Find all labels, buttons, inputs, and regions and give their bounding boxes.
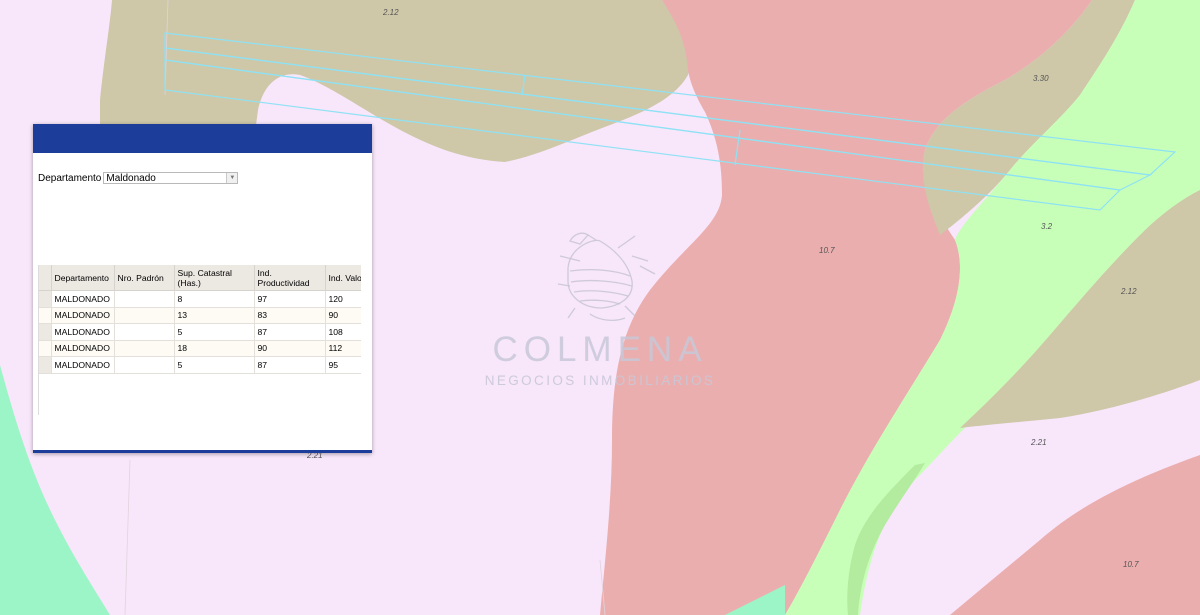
cell-sup-catastral: 5 — [174, 323, 255, 341]
column-header-ind-valor[interactable]: Ind. Valor — [325, 265, 361, 291]
results-grid: Departamento Nro. Padrón Sup. Catastral … — [39, 265, 361, 374]
soil-label: 2.21 — [1030, 438, 1047, 447]
column-header-departamento[interactable]: Departamento — [51, 265, 115, 291]
cell-ind-productividad: 87 — [254, 356, 326, 374]
cell-sup-catastral: 8 — [174, 290, 255, 308]
cell-ind-productividad: 83 — [254, 307, 326, 324]
table-row[interactable]: MALDONADO 13 83 90 — [39, 307, 361, 324]
row-selector[interactable] — [39, 340, 52, 357]
results-table: Departamento Nro. Padrón Sup. Catastral … — [38, 265, 361, 415]
cell-departamento: MALDONADO — [51, 340, 115, 357]
cell-nro-padron — [114, 356, 175, 374]
department-filter: Departamento Maldonado ▼ — [38, 171, 239, 185]
column-header-nro-padron[interactable]: Nro. Padrón — [114, 265, 175, 291]
soil-label: 3.30 — [1033, 74, 1049, 83]
row-selector[interactable] — [39, 290, 52, 308]
table-row[interactable]: MALDONADO 5 87 95 — [39, 356, 361, 374]
soil-label: 10.7 — [1123, 560, 1139, 569]
row-selector[interactable] — [39, 307, 52, 324]
cell-nro-padron — [114, 290, 175, 308]
soil-label: 2.12 — [1120, 287, 1137, 296]
panel-header — [33, 124, 372, 153]
table-row[interactable]: MALDONADO 8 97 120 — [39, 290, 361, 308]
department-select[interactable]: Maldonado ▼ — [103, 172, 239, 184]
soil-label: 3.2 — [1041, 222, 1053, 231]
soil-label: 10.7 — [819, 246, 835, 255]
column-header-ind-productividad[interactable]: Ind. Productividad — [254, 265, 326, 291]
cell-sup-catastral: 18 — [174, 340, 255, 357]
chevron-down-icon[interactable]: ▼ — [226, 173, 238, 183]
cell-departamento: MALDONADO — [51, 307, 115, 324]
cell-ind-valor: 108 — [325, 323, 361, 341]
query-panel: Departamento Maldonado ▼ Departamento Nr… — [33, 124, 372, 453]
cell-ind-productividad: 97 — [254, 290, 326, 308]
cell-sup-catastral: 5 — [174, 356, 255, 374]
cell-ind-valor: 90 — [325, 307, 361, 324]
row-selector[interactable] — [39, 323, 52, 341]
column-header-sup-catastral[interactable]: Sup. Catastral (Has.) — [174, 265, 255, 291]
cell-ind-valor: 95 — [325, 356, 361, 374]
cell-ind-valor: 112 — [325, 340, 361, 357]
cell-nro-padron — [114, 307, 175, 324]
table-header-row: Departamento Nro. Padrón Sup. Catastral … — [39, 265, 361, 291]
cell-sup-catastral: 13 — [174, 307, 255, 324]
cell-nro-padron — [114, 340, 175, 357]
soil-label: 2.12 — [382, 8, 399, 17]
department-select-value: Maldonado — [106, 173, 156, 184]
cell-ind-valor: 120 — [325, 290, 361, 308]
cell-ind-productividad: 87 — [254, 323, 326, 341]
cell-departamento: MALDONADO — [51, 356, 115, 374]
department-label: Departamento — [38, 172, 102, 184]
cell-ind-productividad: 90 — [254, 340, 326, 357]
cell-departamento: MALDONADO — [51, 323, 115, 341]
panel-footer — [33, 450, 372, 453]
table-row[interactable]: MALDONADO 5 87 108 — [39, 323, 361, 341]
row-selector[interactable] — [39, 356, 52, 374]
table-row[interactable]: MALDONADO 18 90 112 — [39, 340, 361, 357]
cell-nro-padron — [114, 323, 175, 341]
cell-departamento: MALDONADO — [51, 290, 115, 308]
row-selector-header — [39, 265, 52, 291]
